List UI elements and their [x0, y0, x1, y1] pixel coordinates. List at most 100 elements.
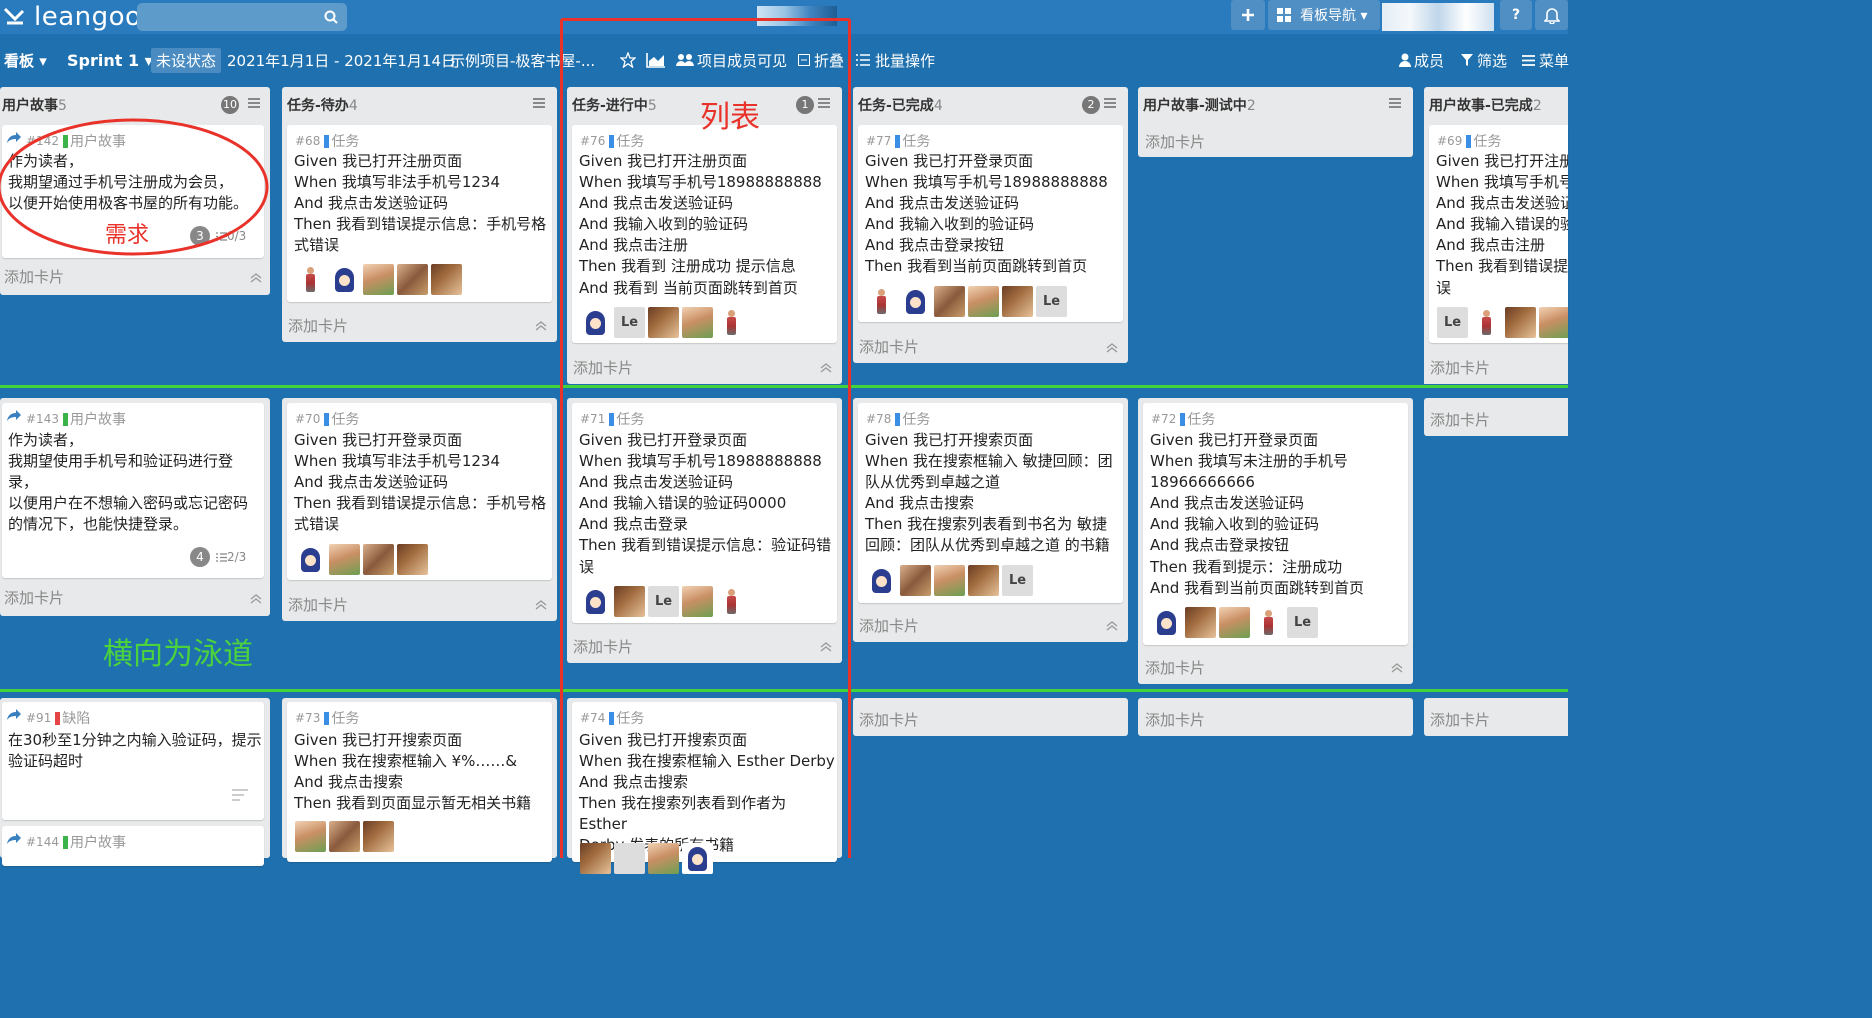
avatar[interactable] [866, 286, 897, 317]
avatar[interactable] [1471, 307, 1502, 338]
collapse-icon[interactable] [250, 594, 262, 604]
avatar[interactable] [1539, 307, 1568, 338]
card-73[interactable]: #73 任务 Given 我已打开搜索页面 When 我在搜索框输入 ¥%……& … [287, 702, 552, 862]
card-69[interactable]: #69 任务 Given 我已打开注册 When 我填写手机号 And 我点击发送… [1429, 125, 1568, 343]
add-card-button[interactable]: 添加卡片 [1430, 357, 1490, 378]
add-card-button[interactable]: 添加卡片 [1145, 657, 1205, 678]
avatar[interactable] [1253, 607, 1284, 638]
status-badge[interactable]: 未设状态 [151, 47, 222, 73]
collapse-icon[interactable] [1106, 621, 1118, 631]
add-card-button[interactable]: 添加卡片 [1145, 709, 1205, 730]
column-header-task-todo[interactable]: 任务-待办4 [282, 87, 557, 121]
column-header-task-done[interactable]: 任务-已完成4 2 [853, 87, 1128, 121]
avatar[interactable] [363, 821, 394, 852]
avatar[interactable] [431, 264, 462, 295]
avatar[interactable] [900, 286, 931, 317]
type-color-bar [62, 412, 68, 426]
card-line: Given 我已打开搜索页面 [294, 731, 463, 749]
column-menu-icon[interactable] [1389, 98, 1401, 108]
avatar[interactable] [295, 544, 326, 575]
add-card-button[interactable]: 添加卡片 [4, 587, 64, 608]
collapse-icon[interactable] [535, 600, 547, 610]
card-72[interactable]: #72 任务 Given 我已打开登录页面 When 我填写未注册的手机号 189… [1143, 403, 1408, 645]
view-dropdown[interactable]: 看板 ▾ [4, 44, 47, 76]
add-card-button[interactable]: 添加卡片 [1145, 131, 1205, 152]
card-143[interactable]: #143 用户故事 作为读者， 我期望使用手机号和验证码进行登 录， 以便用户在不… [2, 403, 264, 578]
add-card-button[interactable]: 添加卡片 [1430, 709, 1490, 730]
card-meta: #69 任务 [1437, 131, 1501, 151]
avatar[interactable] [934, 565, 965, 596]
list-column-highlight [560, 18, 851, 858]
add-card-button[interactable]: 添加卡片 [288, 594, 348, 615]
card-body: Given 我已打开登录页面 When 我填写未注册的手机号 189666666… [1150, 430, 1364, 599]
card-68[interactable]: #68 任务 Given 我已打开注册页面 When 我填写非法手机号1234 A… [287, 125, 552, 302]
collapse-icon[interactable] [1106, 343, 1118, 353]
avatar-le[interactable]: Le [1036, 286, 1067, 317]
filter-label: 筛选 [1477, 51, 1508, 70]
add-card-button[interactable]: 添加卡片 [288, 315, 348, 336]
collapse-icon[interactable] [535, 321, 547, 331]
card-body: Given 我已打开注册 When 我填写手机号 And 我点击发送验证 And… [1436, 151, 1568, 299]
notification-button[interactable] [1535, 0, 1568, 30]
search-input[interactable] [137, 3, 347, 31]
column-menu-icon[interactable] [248, 98, 260, 108]
batch-button[interactable]: 批量操作 [856, 44, 935, 76]
avatar[interactable] [397, 264, 428, 295]
column-menu-icon[interactable] [533, 98, 545, 108]
add-card-button[interactable]: 添加卡片 [859, 709, 919, 730]
avatar[interactable] [397, 544, 428, 575]
requirement-annotation: 需求 [105, 223, 150, 248]
avatar[interactable] [1185, 607, 1216, 638]
board-nav-button[interactable]: 看板导航 ▾ [1268, 0, 1380, 30]
avatar[interactable] [363, 264, 394, 295]
members-button[interactable]: 成员 [1399, 44, 1444, 76]
type-color-bar [324, 412, 330, 426]
checklist-icon [216, 552, 227, 562]
avatar[interactable] [1151, 607, 1182, 638]
menu-button[interactable]: 菜单 [1522, 44, 1569, 76]
avatar-le[interactable]: Le [1287, 607, 1318, 638]
card-line: 式错误 [294, 515, 340, 534]
avatar[interactable] [1219, 607, 1250, 638]
avatar[interactable] [1505, 307, 1536, 338]
card-91[interactable]: #91 缺陷 在30秒至1分钟之内输入验证码，提示 验证码超时 [2, 702, 264, 820]
avatar[interactable] [329, 544, 360, 575]
avatar[interactable] [934, 286, 965, 317]
avatar[interactable] [968, 286, 999, 317]
avatar[interactable] [968, 565, 999, 596]
avatar[interactable] [329, 821, 360, 852]
card-70[interactable]: #70 任务 Given 我已打开登录页面 When 我填写非法手机号1234 A… [287, 403, 552, 580]
avatar[interactable] [329, 264, 360, 295]
help-button[interactable]: ? [1500, 0, 1532, 30]
card-number: #69 [1437, 134, 1463, 148]
avatar[interactable] [1002, 286, 1033, 317]
avatar[interactable] [295, 821, 326, 852]
card-77[interactable]: #77 任务 Given 我已打开登录页面 When 我填写手机号18988888… [858, 125, 1123, 322]
avatar[interactable] [363, 544, 394, 575]
add-card-button[interactable]: 添加卡片 [4, 266, 64, 287]
avatar[interactable] [866, 565, 897, 596]
add-card-button[interactable]: 添加卡片 [1430, 409, 1490, 430]
add-button[interactable] [1231, 0, 1265, 30]
sprint-dropdown[interactable]: Sprint 1 ▾ [67, 44, 153, 76]
card-78[interactable]: #78 任务 Given 我已打开搜索页面 When 我在搜索框输入 敏捷回顾：团… [858, 403, 1123, 603]
card-type: 任务 [1187, 412, 1216, 428]
add-card-button[interactable]: 添加卡片 [859, 615, 919, 636]
filter-button[interactable]: 筛选 [1461, 44, 1507, 76]
date-range[interactable]: 2021年1月1日 - 2021年1月14日 [227, 44, 456, 76]
column-header-story-testing[interactable]: 用户故事-测试中2 [1138, 87, 1413, 121]
column-header-story-done[interactable]: 用户故事-已完成2 [1424, 87, 1568, 121]
card-line: And 我输入收到的验证码 [865, 215, 1035, 234]
collapse-icon[interactable] [1391, 663, 1403, 673]
add-card-button[interactable]: 添加卡片 [859, 336, 919, 357]
logo[interactable]: leangoo [0, 0, 141, 34]
avatar-le[interactable]: Le [1437, 307, 1468, 338]
avatar[interactable] [295, 264, 326, 295]
column-menu-icon[interactable] [1104, 98, 1116, 108]
collapse-icon[interactable] [250, 273, 262, 283]
avatar[interactable] [900, 565, 931, 596]
card-144[interactable]: #144 用户故事 [2, 826, 264, 866]
avatar-le[interactable]: Le [1002, 565, 1033, 596]
card-line: And 我点击发送验证码 [294, 473, 449, 492]
share-icon [7, 709, 21, 720]
